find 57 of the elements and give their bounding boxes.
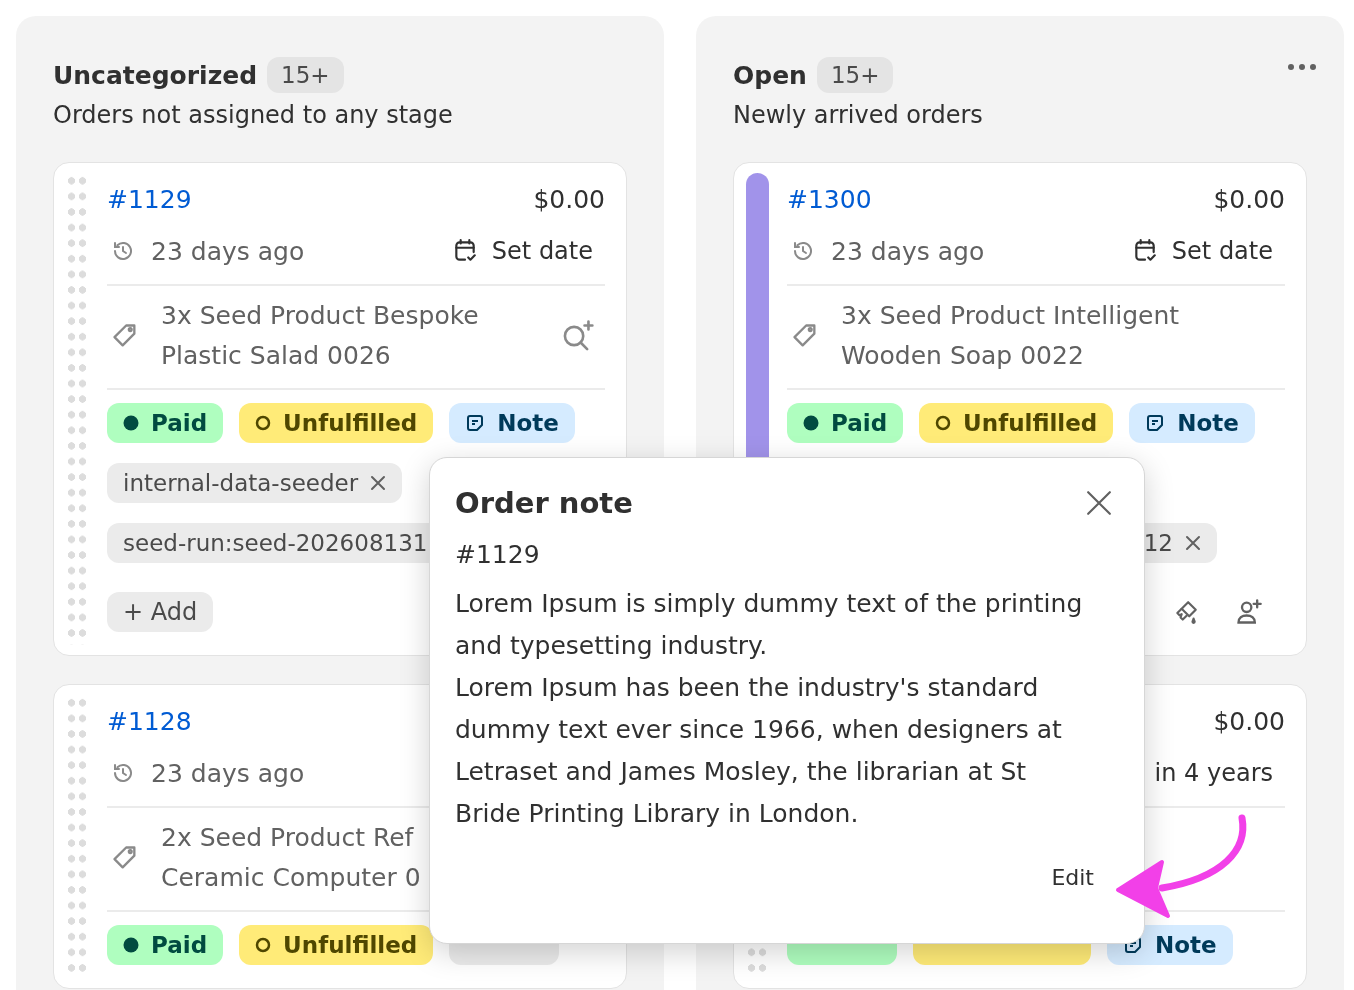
status-badge[interactable]: Note	[1129, 403, 1255, 443]
status-badge[interactable]: Note	[449, 403, 575, 443]
add-tag-button[interactable]: + Add	[107, 592, 214, 632]
order-total: $0.00	[533, 184, 605, 214]
tag-chip: internal-data-seeder	[107, 463, 403, 503]
note-icon	[465, 413, 486, 433]
date-button[interactable]: Set date	[1131, 237, 1285, 265]
status-badge: Paid	[107, 403, 224, 443]
product-name: 2x Seed Product Ref Ceramic Computer 0	[161, 822, 422, 894]
date-button[interactable]: in 4 years	[1154, 759, 1285, 787]
tag-icon	[111, 322, 139, 350]
order-age: 23 days ago	[151, 236, 305, 266]
column-title: Open	[733, 60, 807, 90]
filled-dot-icon	[123, 415, 139, 431]
remove-icon[interactable]	[370, 475, 387, 491]
note-icon	[1145, 413, 1166, 433]
status-badge: Unfulfilled	[239, 403, 434, 443]
add-person-icon[interactable]	[1235, 598, 1263, 626]
order-link[interactable]: #1128	[107, 706, 192, 736]
filled-dot-icon	[803, 415, 819, 431]
close-icon	[1086, 490, 1112, 516]
history-icon	[791, 239, 815, 263]
order-age: 23 days ago	[831, 236, 985, 266]
order-link[interactable]: #1129	[107, 184, 192, 214]
history-icon	[111, 761, 135, 785]
order-number: #1129	[455, 540, 541, 569]
order-age: 23 days ago	[151, 758, 305, 788]
product-name: 3x Seed Product Bespoke Plastic Salad 0026	[161, 300, 480, 372]
product-name: 3x Seed Product Intelligent Wooden Soap 0022	[841, 300, 1181, 372]
column-subtitle: Orders not assigned to any stage	[53, 100, 454, 131]
ring-icon	[935, 415, 952, 431]
status-badge: Unfulfilled	[239, 925, 434, 965]
search-add-icon[interactable]	[561, 319, 595, 353]
order-link[interactable]: #1300	[787, 184, 872, 214]
filled-dot-icon	[123, 937, 139, 953]
note-text: Lorem Ipsum is simply dummy text of the printing and typesetting industry.	[455, 588, 1084, 662]
status-badge: Paid	[787, 403, 904, 443]
status-badge: Unfulfilled	[919, 403, 1114, 443]
popover-title: Order note	[455, 486, 633, 520]
count-badge: 15+	[816, 57, 894, 93]
status-badge: Paid	[107, 925, 224, 965]
column-title: Uncategorized	[53, 60, 258, 90]
order-total: $0.00	[1213, 184, 1285, 214]
date-button[interactable]: Set date	[451, 237, 605, 265]
tag-icon	[111, 844, 139, 872]
ring-icon	[255, 937, 272, 953]
column-subtitle: Newly arrived orders	[733, 100, 984, 131]
history-icon	[111, 239, 135, 263]
tag-icon	[791, 322, 819, 350]
remove-icon[interactable]	[1185, 535, 1201, 551]
more-icon[interactable]	[1287, 63, 1317, 71]
ring-icon	[255, 415, 272, 431]
count-badge: 15+	[267, 57, 344, 93]
edit-button[interactable]: Edit	[1045, 861, 1100, 894]
order-total: $0.00	[1213, 706, 1285, 736]
note-text: Lorem Ipsum has been the industry's standard dummy text ever since 1966, when designers at Letraset and James Mosley, the librarian at St Bride Printing Library in London.	[455, 672, 1063, 830]
paint-brush-icon[interactable]	[1173, 599, 1199, 625]
